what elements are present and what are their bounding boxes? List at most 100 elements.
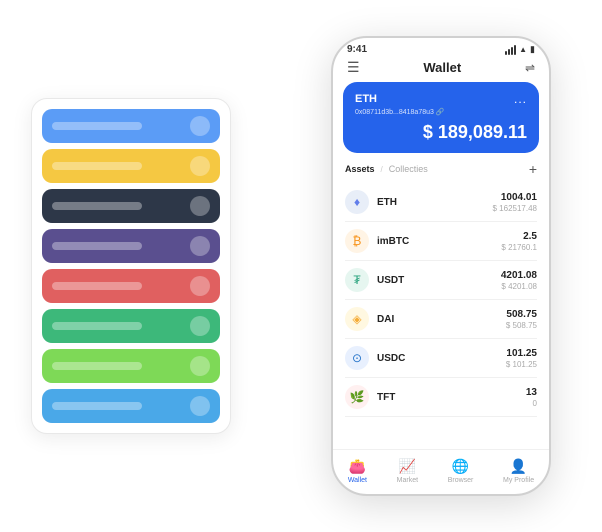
list-item[interactable] [42,149,220,183]
phone-mockup: 9:41 ▲ ▮ ☰ Wallet ⇌ ETH ... [331,36,551,496]
nav-market[interactable]: 📈 Market [397,458,418,484]
eth-card-amount: $ 189,089.11 [355,122,527,143]
table-row[interactable]: ₮ USDT 4201.08 $ 4201.08 [345,261,537,300]
asset-name: DAI [377,314,394,325]
eth-card-address: 0x08711d3b...8418a78u3 🔗 [355,108,527,116]
asset-right: 101.25 $ 101.25 [506,348,537,369]
nav-profile-label: My Profile [503,477,534,484]
status-icons: ▲ ▮ [505,44,535,55]
asset-amount: 13 [526,387,537,398]
asset-amount: 508.75 [506,309,537,320]
eth-icon: ♦ [345,190,369,214]
asset-list: ♦ ETH 1004.01 $ 162517.48 ₿ imBTC 2.5 $ … [333,183,549,449]
asset-left: ♦ ETH [345,190,397,214]
wallet-nav-icon: 👛 [349,458,366,475]
assets-tabs: Assets / Collecties [345,164,428,174]
card-label [52,242,142,250]
card-stack [31,98,231,434]
eth-card-more-icon[interactable]: ... [514,92,527,106]
add-asset-button[interactable]: + [529,161,537,177]
card-icon [190,116,210,136]
asset-name: ETH [377,197,397,208]
status-time: 9:41 [347,44,367,55]
card-icon [190,356,210,376]
eth-card-title: ETH [355,93,377,105]
asset-name: imBTC [377,236,409,247]
table-row[interactable]: ◈ DAI 508.75 $ 508.75 [345,300,537,339]
scan-icon[interactable]: ⇌ [525,61,535,75]
eth-card-header: ETH ... [355,92,527,106]
card-label [52,122,142,130]
card-icon [190,316,210,336]
scene: 9:41 ▲ ▮ ☰ Wallet ⇌ ETH ... [31,16,571,516]
asset-amount: 4201.08 [501,270,537,281]
tab-collectibles[interactable]: Collecties [389,164,428,174]
asset-amount: 2.5 [501,231,537,242]
asset-left: ◈ DAI [345,307,394,331]
usdc-icon: ⊙ [345,346,369,370]
card-icon [190,276,210,296]
tab-divider: / [381,165,383,174]
list-item[interactable] [42,349,220,383]
list-item[interactable] [42,309,220,343]
page-title: Wallet [423,60,461,75]
assets-header: Assets / Collecties + [333,161,549,183]
card-label [52,202,142,210]
profile-nav-icon: 👤 [510,458,527,475]
asset-right: 4201.08 $ 4201.08 [501,270,537,291]
asset-value: 0 [526,399,537,408]
list-item[interactable] [42,269,220,303]
table-row[interactable]: ₿ imBTC 2.5 $ 21760.1 [345,222,537,261]
eth-balance: $ 189,089.11 [423,122,527,142]
bottom-nav: 👛 Wallet 📈 Market 🌐 Browser 👤 My Profile [333,449,549,494]
signal-icon [505,45,516,55]
asset-left: ⊙ USDC [345,346,405,370]
card-icon [190,396,210,416]
asset-amount: 1004.01 [493,192,538,203]
tft-icon: 🌿 [345,385,369,409]
asset-value: $ 21760.1 [501,243,537,252]
asset-right: 508.75 $ 508.75 [506,309,537,330]
usdt-icon: ₮ [345,268,369,292]
asset-value: $ 162517.48 [493,204,538,213]
table-row[interactable]: ♦ ETH 1004.01 $ 162517.48 [345,183,537,222]
eth-card[interactable]: ETH ... 0x08711d3b...8418a78u3 🔗 $ 189,0… [343,82,539,153]
wifi-icon: ▲ [519,45,527,54]
imbtc-icon: ₿ [345,229,369,253]
nav-wallet[interactable]: 👛 Wallet [348,458,367,484]
asset-name: USDT [377,275,404,286]
table-row[interactable]: ⊙ USDC 101.25 $ 101.25 [345,339,537,378]
asset-right: 2.5 $ 21760.1 [501,231,537,252]
asset-left: ₿ imBTC [345,229,409,253]
card-label [52,282,142,290]
list-item[interactable] [42,189,220,223]
asset-name: TFT [377,392,395,403]
asset-amount: 101.25 [506,348,537,359]
list-item[interactable] [42,109,220,143]
phone-header: ☰ Wallet ⇌ [333,55,549,82]
table-row[interactable]: 🌿 TFT 13 0 [345,378,537,417]
menu-icon[interactable]: ☰ [347,59,360,76]
asset-left: ₮ USDT [345,268,404,292]
status-bar: 9:41 ▲ ▮ [333,38,549,55]
nav-wallet-label: Wallet [348,477,367,484]
tab-assets[interactable]: Assets [345,164,375,174]
nav-market-label: Market [397,477,418,484]
card-icon [190,196,210,216]
asset-left: 🌿 TFT [345,385,395,409]
market-nav-icon: 📈 [399,458,416,475]
dai-icon: ◈ [345,307,369,331]
nav-browser-label: Browser [448,477,474,484]
asset-name: USDC [377,353,405,364]
nav-browser[interactable]: 🌐 Browser [448,458,474,484]
asset-right: 13 0 [526,387,537,408]
nav-profile[interactable]: 👤 My Profile [503,458,534,484]
card-label [52,322,142,330]
list-item[interactable] [42,229,220,263]
list-item[interactable] [42,389,220,423]
card-label [52,402,142,410]
asset-value: $ 508.75 [506,321,537,330]
card-label [52,162,142,170]
browser-nav-icon: 🌐 [452,458,469,475]
battery-icon: ▮ [530,44,535,55]
